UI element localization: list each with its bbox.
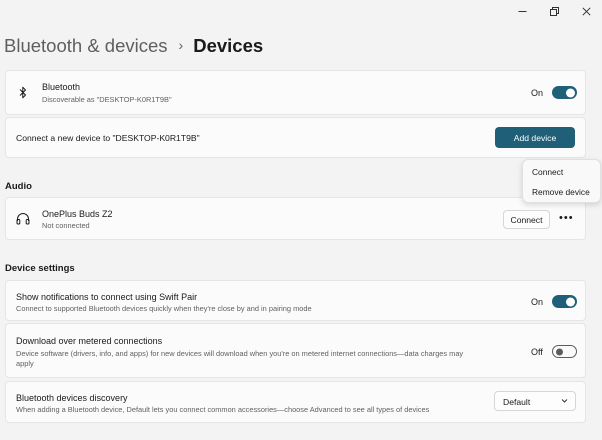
- page-title: Devices: [193, 35, 264, 56]
- device-status: Not connected: [42, 221, 90, 230]
- audio-section-label: Audio: [5, 181, 32, 192]
- connect-button[interactable]: Connect: [503, 210, 550, 229]
- discovery-selected-value: Default: [503, 397, 531, 407]
- maximize-button[interactable]: [538, 0, 570, 22]
- toggle-knob: [566, 297, 575, 306]
- metered-subtitle-line2: apply: [16, 359, 34, 368]
- discovery-title: Bluetooth devices discovery: [16, 393, 128, 403]
- add-device-text: Connect a new device to "DESKTOP-K0R1T9B…: [16, 133, 200, 143]
- more-options-icon[interactable]: •••: [559, 212, 574, 224]
- breadcrumb-parent-link[interactable]: Bluetooth & devices: [4, 35, 168, 57]
- swift-pair-subtitle: Connect to supported Bluetooth devices q…: [16, 304, 312, 313]
- swift-pair-title: Show notifications to connect using Swif…: [16, 292, 198, 302]
- discovery-dropdown[interactable]: Default: [494, 391, 576, 411]
- headphones-icon: [16, 213, 30, 225]
- metered-subtitle-line1: Device software (drivers, info, and apps…: [16, 349, 464, 358]
- bluetooth-state-label: On: [531, 88, 544, 98]
- breadcrumb-separator-icon: ›: [178, 37, 184, 53]
- window-controls: [506, 0, 602, 22]
- bluetooth-toggle[interactable]: [552, 86, 577, 99]
- metered-toggle[interactable]: [552, 345, 577, 358]
- menu-item-connect[interactable]: Connect: [532, 167, 563, 177]
- swift-pair-card: Show notifications to connect using Swif…: [5, 280, 586, 321]
- minimize-icon: [518, 10, 526, 12]
- menu-item-remove-device[interactable]: Remove device: [532, 187, 590, 197]
- close-button[interactable]: [570, 0, 602, 22]
- device-row[interactable]: OnePlus Buds Z2 Not connected Connect ••…: [5, 197, 586, 240]
- metered-state-label: Off: [531, 347, 543, 357]
- swift-pair-toggle[interactable]: [552, 295, 577, 308]
- device-settings-section-label: Device settings: [5, 263, 75, 274]
- toggle-knob: [556, 348, 563, 355]
- metered-title: Download over metered connections: [16, 336, 163, 346]
- metered-card: Download over metered connections Device…: [5, 323, 586, 378]
- chevron-down-icon: [561, 399, 568, 403]
- toggle-knob: [566, 88, 575, 97]
- swift-pair-state-label: On: [531, 297, 544, 307]
- close-icon: [581, 6, 591, 16]
- discovery-subtitle: When adding a Bluetooth device, Default …: [16, 405, 430, 414]
- bluetooth-card: Bluetooth Discoverable as "DESKTOP-K0R1T…: [5, 70, 586, 115]
- add-device-card: Connect a new device to "DESKTOP-K0R1T9B…: [5, 117, 586, 158]
- add-device-button[interactable]: Add device: [495, 127, 575, 148]
- restore-icon: [549, 6, 559, 16]
- bluetooth-icon: [19, 86, 26, 99]
- device-name: OnePlus Buds Z2: [42, 209, 113, 219]
- device-context-menu: Connect Remove device: [522, 159, 601, 203]
- breadcrumb: Bluetooth & devices › Devices: [4, 35, 263, 57]
- bluetooth-title: Bluetooth: [42, 82, 81, 92]
- minimize-button[interactable]: [506, 0, 538, 22]
- bluetooth-subtitle: Discoverable as "DESKTOP-K0R1T9B": [42, 95, 172, 104]
